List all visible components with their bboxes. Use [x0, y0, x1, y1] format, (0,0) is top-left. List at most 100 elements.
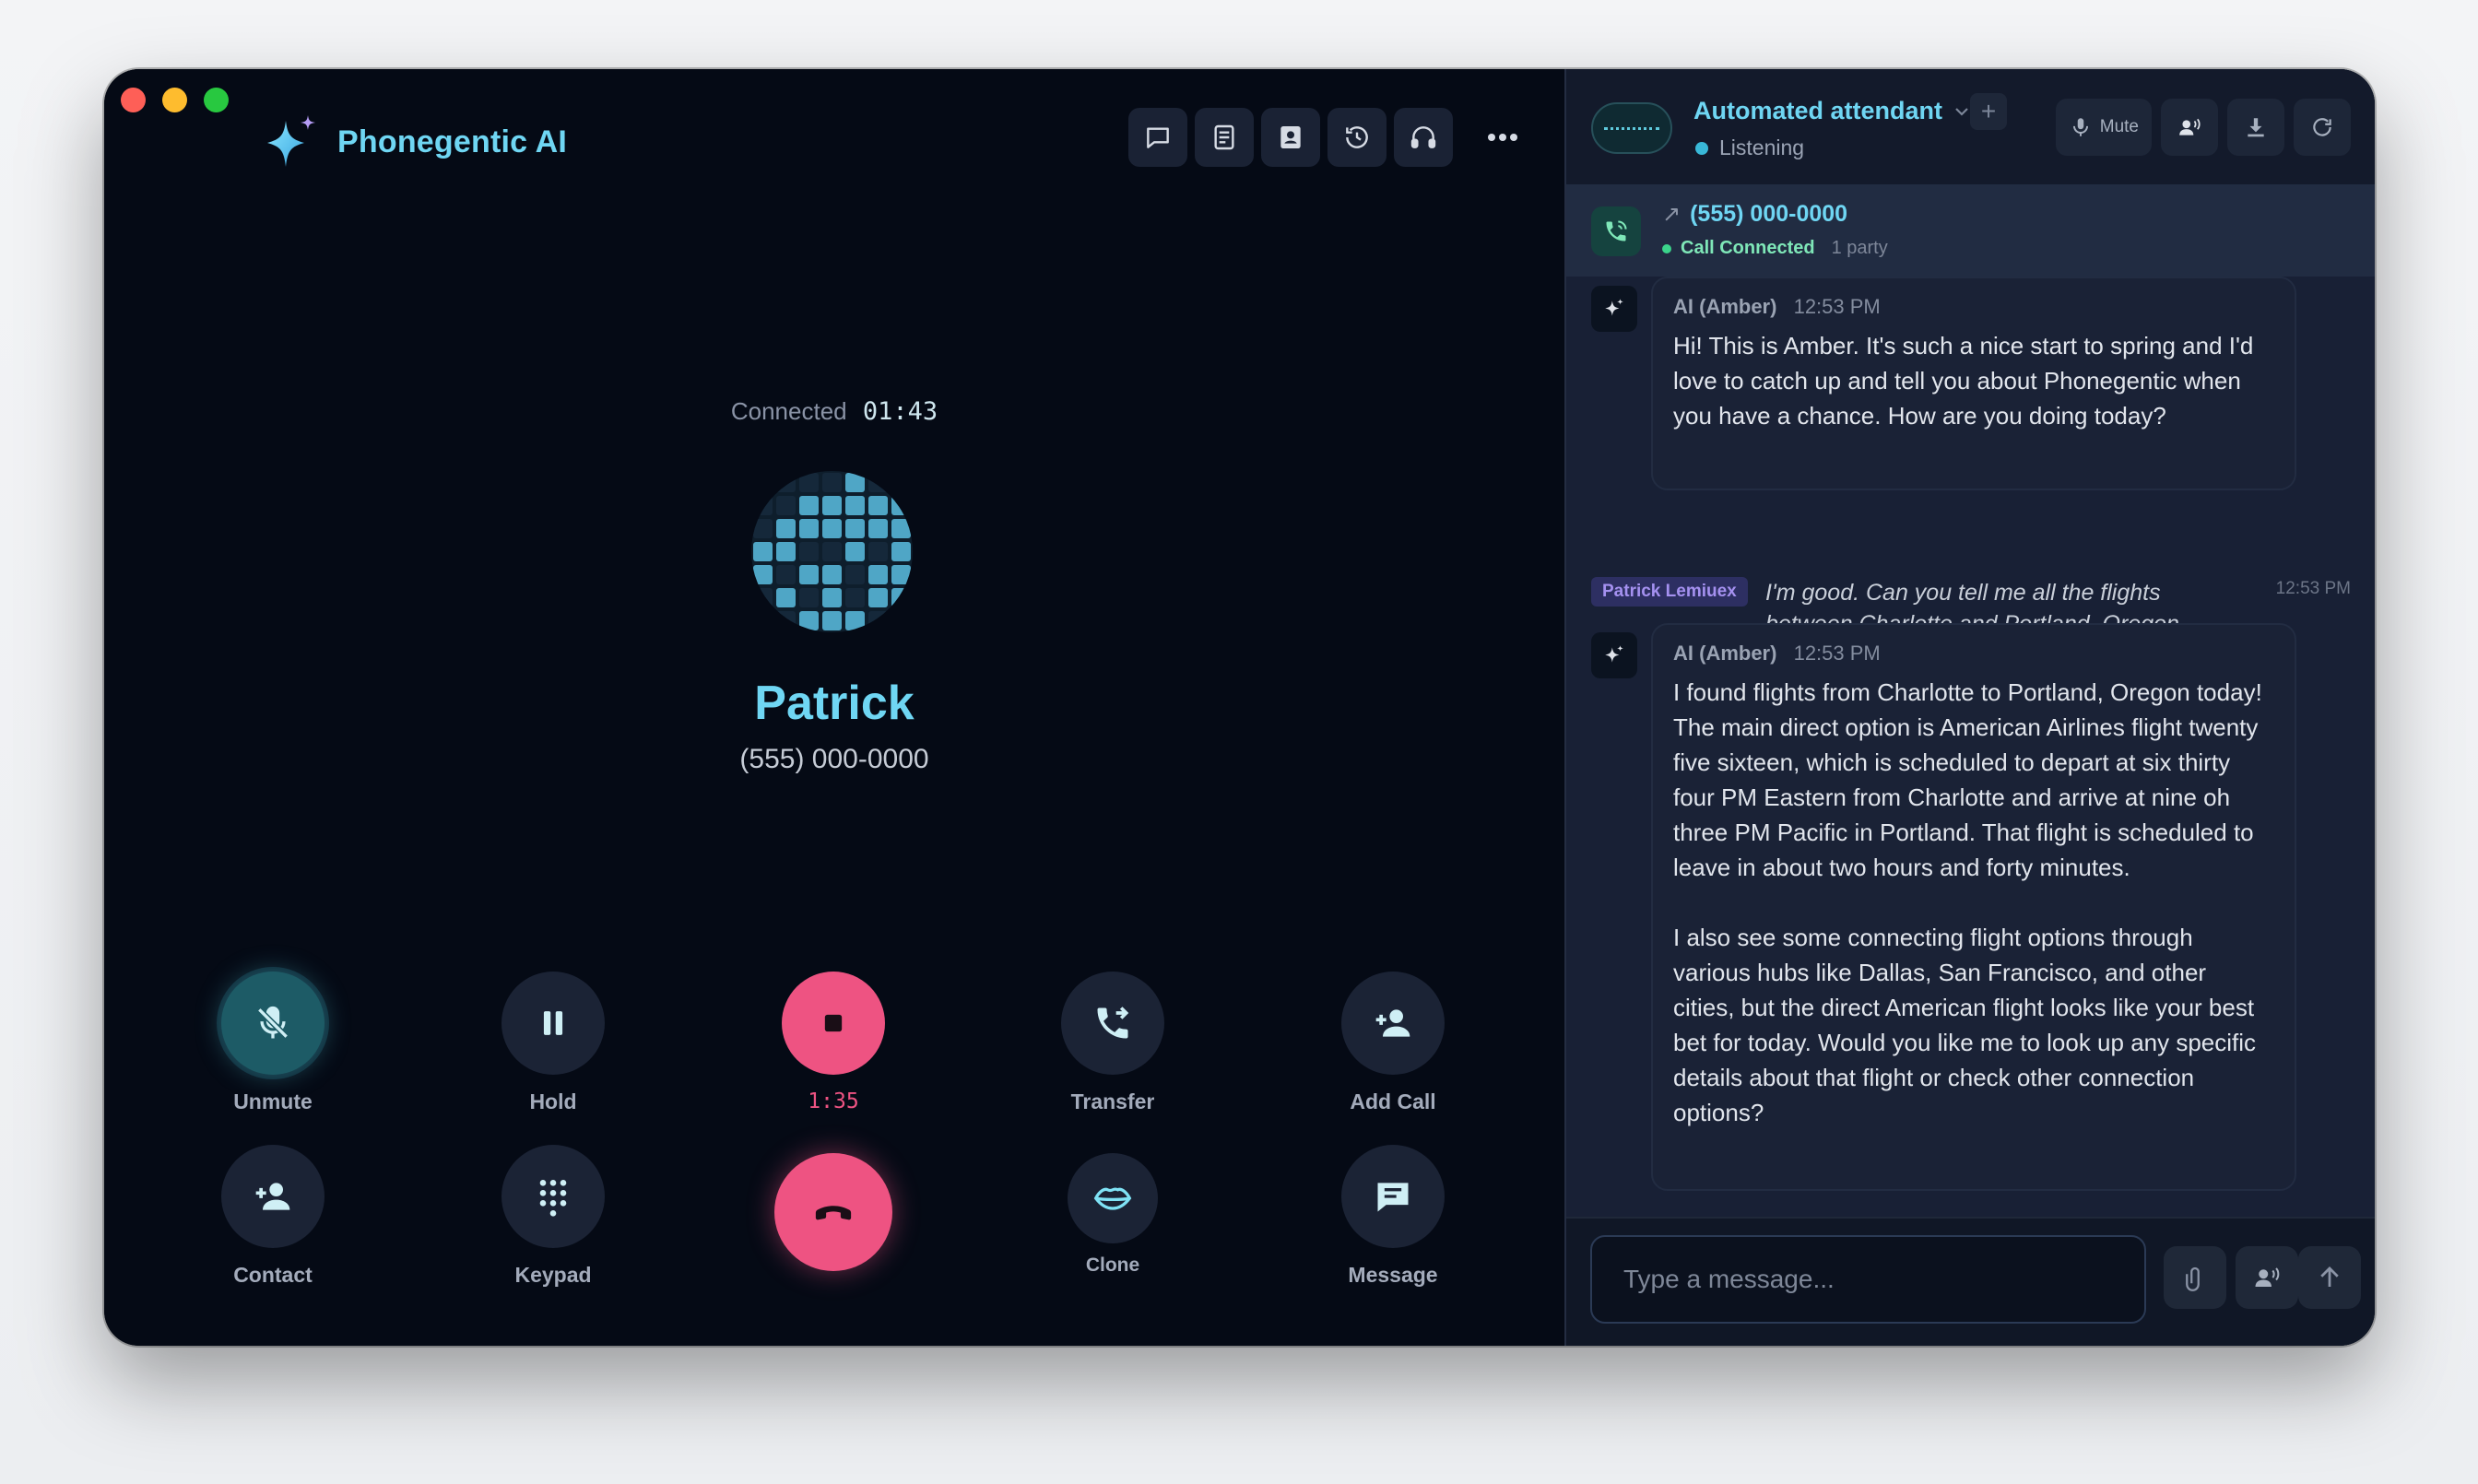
- user-message-time: 12:53 PM: [2275, 579, 2351, 598]
- speaking-person-icon: [2179, 118, 2201, 135]
- identicon-cell: [753, 611, 773, 630]
- identicon-cell: [845, 611, 865, 630]
- clone-button[interactable]: [1068, 1153, 1158, 1243]
- connected-dot: [1662, 243, 1671, 253]
- call-timer: 01:43: [862, 397, 938, 426]
- minimize-window-button[interactable]: [162, 88, 187, 112]
- banner-number-row: ↗ (555) 000-0000: [1662, 201, 1847, 228]
- headset-icon: [1410, 126, 1436, 148]
- transfer-label: Transfer: [1070, 1089, 1155, 1113]
- identicon-cell: [868, 496, 888, 515]
- ai-avatar: [1591, 632, 1637, 678]
- identicon-cell: [753, 542, 773, 561]
- identicon-cell: [799, 611, 819, 630]
- banner-status: Call Connected: [1681, 238, 1815, 258]
- hang-up-button[interactable]: [774, 1153, 892, 1271]
- pause-icon: [543, 1011, 563, 1035]
- identicon-cell: [776, 473, 796, 492]
- identicon-cell: [891, 542, 911, 561]
- arrow-up-icon: [2320, 1266, 2339, 1287]
- download-button[interactable]: [2227, 99, 2284, 156]
- contacts-button[interactable]: [1261, 108, 1320, 167]
- message-input[interactable]: [1590, 1235, 2146, 1324]
- avatar: [751, 471, 913, 632]
- headset-button[interactable]: [1394, 108, 1453, 167]
- brand-name: Phonegentic AI: [337, 124, 568, 159]
- hold-label: Hold: [529, 1089, 577, 1113]
- stop-icon: [824, 1014, 843, 1032]
- zoom-window-button[interactable]: [204, 88, 229, 112]
- recording-timer: 1:35: [808, 1089, 859, 1113]
- add-call-button[interactable]: [1341, 972, 1445, 1075]
- agent-selector[interactable]: Automated attendant: [1693, 97, 1970, 125]
- message-button[interactable]: [1341, 1145, 1445, 1248]
- identicon-cell: [845, 496, 865, 515]
- send-button[interactable]: [2298, 1246, 2361, 1309]
- history-button[interactable]: [1328, 108, 1386, 167]
- message-meta: AI (Amber) 12:53 PM: [1673, 295, 2272, 319]
- identicon-cell: [753, 588, 773, 607]
- outgoing-arrow-icon: ↗: [1662, 202, 1682, 227]
- sparkle-icon: [1605, 645, 1623, 663]
- identicon-cell: [868, 588, 888, 607]
- identicon-cell: [822, 611, 842, 630]
- transfer-button[interactable]: [1061, 972, 1164, 1075]
- unmute-button[interactable]: [221, 972, 324, 1075]
- agent-header: Automated attendant + Listening Mute: [1566, 69, 2375, 184]
- agent-status-label: Listening: [1719, 135, 1805, 159]
- mute-agent-button[interactable]: Mute: [2055, 99, 2152, 156]
- chat-icon: [1147, 127, 1169, 148]
- close-window-button[interactable]: [121, 88, 146, 112]
- identicon-cell: [776, 519, 796, 538]
- refresh-button[interactable]: [2294, 99, 2351, 156]
- call-status-label: Connected: [730, 397, 847, 425]
- record-control: 1:35: [750, 972, 916, 1113]
- user-sender-tag: Patrick Lemiuex: [1591, 577, 1748, 607]
- voice-button[interactable]: [2161, 99, 2218, 156]
- speaking-person-icon: [2255, 1267, 2280, 1287]
- chat-button[interactable]: [1128, 108, 1187, 167]
- more-button[interactable]: [1473, 108, 1532, 167]
- add-call-control: Add Call: [1310, 972, 1476, 1114]
- identicon-cell: [891, 611, 911, 630]
- contact-button[interactable]: [221, 1145, 324, 1248]
- identicon-cell: [891, 588, 911, 607]
- keypad-icon: [539, 1180, 567, 1217]
- hang-up-icon: [815, 1206, 852, 1220]
- unmute-control: Unmute: [190, 972, 356, 1114]
- contact-control: Contact: [190, 1145, 356, 1288]
- transcript-button[interactable]: [1195, 108, 1254, 167]
- voice-activity-indicator[interactable]: [1591, 102, 1672, 154]
- keypad-control: Keypad: [470, 1145, 636, 1288]
- sparkle-icon: [1605, 299, 1623, 316]
- identicon-cell: [891, 519, 911, 538]
- stop-recording-button[interactable]: [782, 972, 885, 1075]
- chevron-down-icon: [1955, 107, 1968, 116]
- transfer-control: Transfer: [1030, 972, 1196, 1114]
- ai-avatar: [1591, 286, 1637, 332]
- identicon-cell: [753, 496, 773, 515]
- identicon-cell: [753, 519, 773, 538]
- identicon-cell: [799, 496, 819, 515]
- attach-button[interactable]: [2164, 1246, 2226, 1309]
- keypad-label: Keypad: [514, 1263, 592, 1287]
- add-agent-button[interactable]: +: [1970, 93, 2007, 130]
- ai-message: AI (Amber) 12:53 PM I found flights from…: [1651, 623, 2296, 1191]
- hold-button[interactable]: [502, 972, 605, 1075]
- unmute-label: Unmute: [233, 1089, 313, 1113]
- identicon-cell: [776, 588, 796, 607]
- lips-icon: [1093, 1187, 1132, 1210]
- identicon-cell: [845, 565, 865, 584]
- identicon-cell: [822, 588, 842, 607]
- clone-label: Clone: [1085, 1254, 1140, 1276]
- brand: Phonegentic AI: [266, 113, 567, 171]
- voice-input-button[interactable]: [2236, 1246, 2298, 1309]
- contacts-icon: [1280, 126, 1301, 148]
- identicon-cell: [868, 565, 888, 584]
- message-control: Message: [1310, 1145, 1476, 1288]
- identicon-cell: [776, 496, 796, 515]
- identicon-cell: [868, 542, 888, 561]
- top-toolbar: [1128, 108, 1532, 167]
- call-status: Connected 01:43: [104, 397, 1564, 426]
- keypad-button[interactable]: [502, 1145, 605, 1248]
